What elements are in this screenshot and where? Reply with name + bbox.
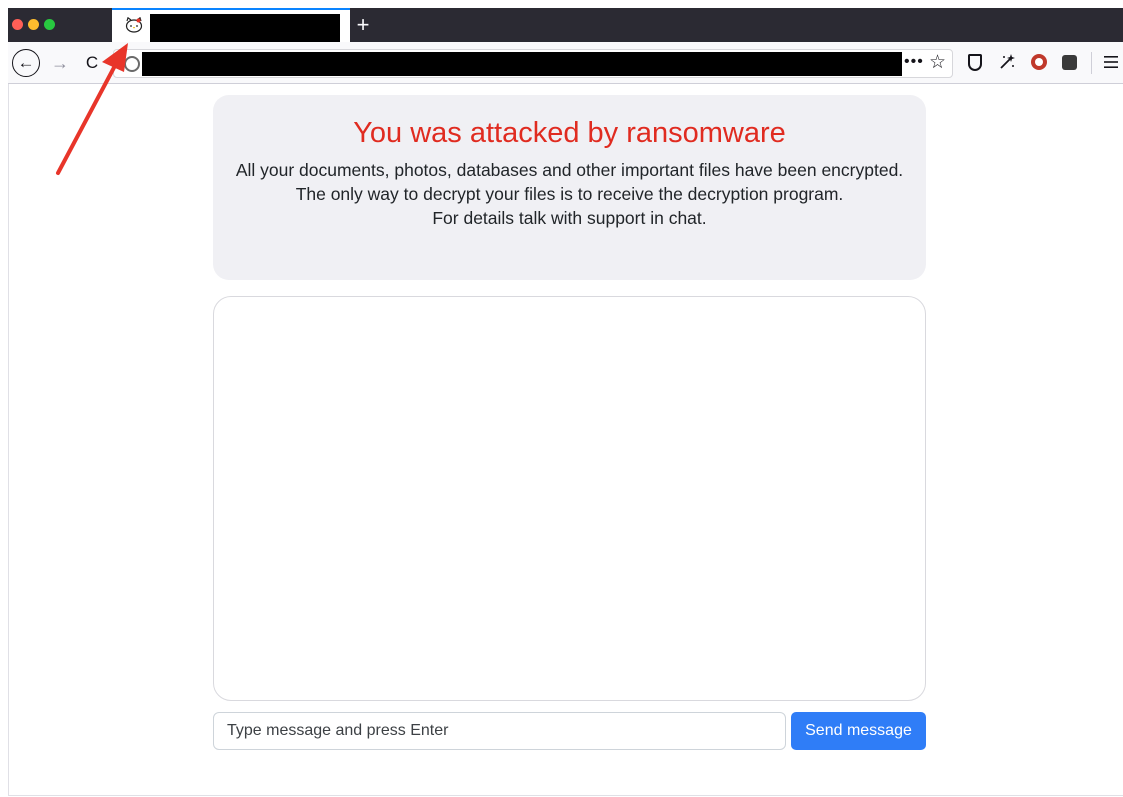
page-actions-icon[interactable]: ••• xyxy=(904,53,924,71)
navigation-bar: ← → C ••• ☆ xyxy=(8,42,1123,84)
ublock-button[interactable] xyxy=(1028,51,1050,73)
magic-wand-icon xyxy=(1000,54,1015,69)
zoom-window-icon[interactable] xyxy=(44,19,55,30)
notice-title: You was attacked by ransomware xyxy=(353,117,786,149)
tab-strip: + xyxy=(8,8,1123,42)
menu-icon xyxy=(1104,56,1118,68)
new-tab-button[interactable]: + xyxy=(348,10,378,40)
back-arrow-icon: ← xyxy=(12,49,40,77)
send-message-button[interactable]: Send message xyxy=(791,712,926,750)
annotation-arrow-icon xyxy=(56,43,128,175)
ransom-notice: You was attacked by ransomware All your … xyxy=(213,95,926,280)
ublock-icon xyxy=(1031,54,1047,70)
notice-line-1: All your documents, photos, databases an… xyxy=(235,160,904,180)
magic-wand-button[interactable] xyxy=(996,51,1018,73)
minimize-window-icon[interactable] xyxy=(28,19,39,30)
toolbar-separator xyxy=(1091,52,1092,74)
app-menu-button[interactable] xyxy=(1100,51,1122,73)
page-content: You was attacked by ransomware All your … xyxy=(8,84,1123,796)
message-input[interactable] xyxy=(213,712,786,750)
notice-body: All your documents, photos, databases an… xyxy=(230,158,910,230)
hello-kitty-favicon-icon xyxy=(125,17,143,33)
extension-button[interactable] xyxy=(1058,51,1080,73)
window-controls xyxy=(12,19,55,30)
bookmark-star-icon[interactable]: ☆ xyxy=(929,51,946,74)
address-bar[interactable]: ••• ☆ xyxy=(113,49,953,78)
close-window-icon[interactable] xyxy=(12,19,23,30)
notice-line-3: For details talk with support in chat. xyxy=(432,208,707,228)
notice-line-2: The only way to decrypt your files is to… xyxy=(295,184,844,204)
back-button[interactable]: ← xyxy=(12,49,40,77)
url-redacted xyxy=(142,52,902,76)
tab-title-redacted xyxy=(150,14,340,42)
extension-icon xyxy=(1061,54,1077,70)
tracking-protection-button[interactable] xyxy=(964,51,986,73)
browser-window: + ← → C ••• ☆ You was attacked by ransom… xyxy=(0,0,1123,797)
tab-active[interactable] xyxy=(112,8,350,42)
chat-messages-area[interactable] xyxy=(213,296,926,701)
shield-icon xyxy=(968,53,982,71)
